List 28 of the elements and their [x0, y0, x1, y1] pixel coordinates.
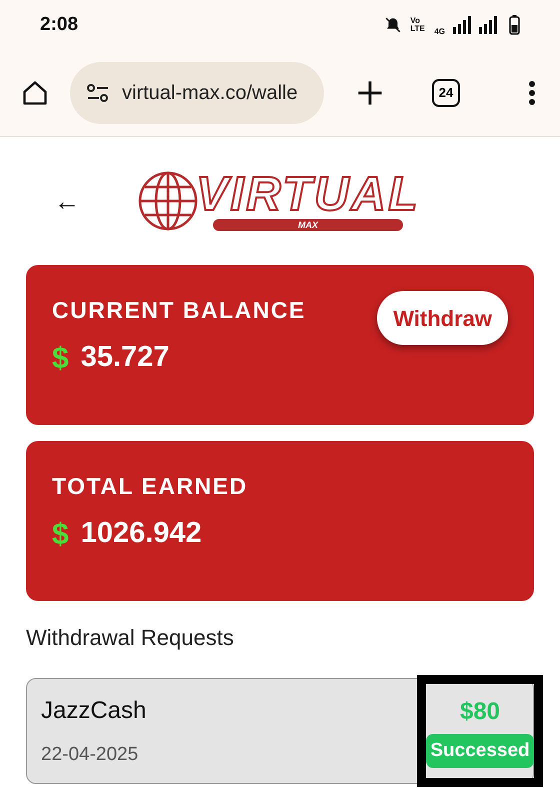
clock: 2:08: [40, 12, 78, 37]
currency-sign: $: [52, 516, 69, 552]
volte-label: Vo LTE: [410, 17, 426, 33]
globe-icon: [136, 169, 200, 233]
amount-text: 1026.942: [80, 516, 202, 552]
method-name: JazzCash: [41, 696, 146, 726]
logo-title: VIRTUAL: [196, 171, 420, 219]
currency-sign: $: [52, 340, 69, 376]
request-date: 22-04-2025: [41, 742, 140, 767]
withdraw-button[interactable]: Withdraw: [377, 291, 508, 345]
battery-icon: [509, 15, 520, 35]
tab-count[interactable]: 24: [432, 79, 460, 107]
request-amount: $80: [460, 696, 500, 727]
card-label: CURRENT BALANCE: [52, 296, 306, 325]
back-arrow[interactable]: ←: [54, 182, 80, 220]
more-icon[interactable]: [528, 80, 536, 106]
address-bar[interactable]: virtual-max.co/walle: [70, 62, 324, 124]
card-label: TOTAL EARNED: [52, 472, 248, 501]
signal-icon: [453, 16, 471, 34]
url-text: virtual-max.co/walle: [122, 81, 298, 106]
section-title: Withdrawal Requests: [26, 624, 235, 652]
logo-banner: MAX: [212, 219, 403, 231]
plus-icon[interactable]: [356, 79, 384, 107]
network-label: 4G: [434, 26, 445, 38]
bell-off-icon: [384, 16, 402, 34]
tune-icon[interactable]: [86, 82, 110, 104]
status-badge: Successed: [426, 734, 534, 768]
amount-text: 35.727: [80, 340, 170, 376]
